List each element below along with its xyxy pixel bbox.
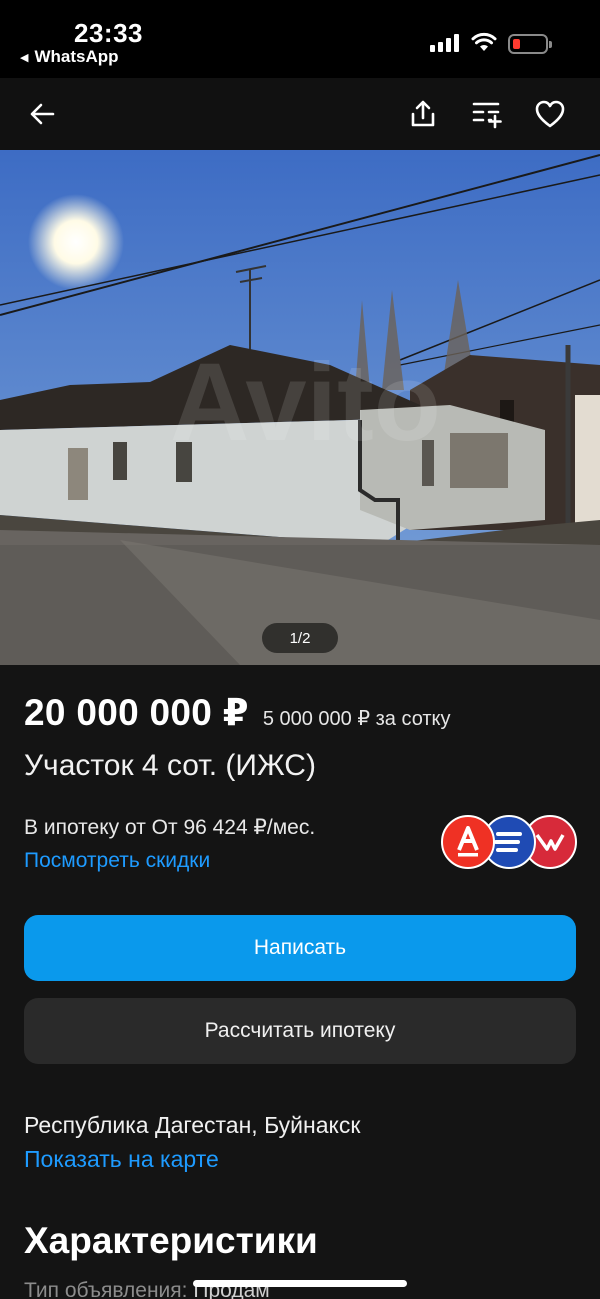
alfa-bank-logo	[441, 815, 495, 869]
mortgage-banks[interactable]	[441, 815, 577, 871]
listing-price: 20 000 000 ₽	[24, 692, 249, 733]
battery-icon	[508, 34, 552, 54]
cellular-signal-icon	[430, 34, 459, 52]
show-on-map-link[interactable]: Показать на карте	[24, 1146, 219, 1173]
wifi-icon	[471, 32, 497, 51]
compare-icon[interactable]	[467, 94, 507, 134]
mortgage-info: В ипотеку от От 96 424 ₽/мес.	[24, 816, 316, 839]
battery-level	[513, 39, 520, 49]
photo-counter: 1/2	[262, 623, 338, 653]
home-indicator[interactable]	[193, 1280, 407, 1287]
status-time: 23:33	[74, 18, 143, 48]
write-seller-button[interactable]: Написать	[24, 915, 576, 981]
listing-details: 20 000 000 ₽ 5 000 000 ₽ за сотку Участо…	[0, 665, 600, 1299]
listing-address: Республика Дагестан, Буйнакск	[24, 1112, 361, 1138]
price-per-sotka: 5 000 000 ₽ за сотку	[262, 708, 451, 730]
back-app-label: WhatsApp	[34, 47, 119, 66]
characteristics-title: Характеристики	[24, 1220, 318, 1261]
top-app-bar	[0, 78, 600, 150]
calculate-mortgage-button[interactable]: Рассчитать ипотеку	[24, 998, 576, 1064]
listing-photo[interactable]: Avito 1/2	[0, 150, 600, 665]
house-photo-image: Avito	[0, 150, 600, 665]
share-icon[interactable]	[403, 94, 443, 134]
avito-watermark: Avito	[170, 341, 441, 464]
characteristic-label: Тип объявления:	[24, 1279, 188, 1299]
heart-icon[interactable]	[530, 94, 570, 134]
listing-title: Участок 4 сот. (ИЖС)	[24, 749, 316, 782]
view-discounts-link[interactable]: Посмотреть скидки	[24, 849, 210, 873]
back-triangle-icon: ◀	[20, 51, 29, 64]
back-to-app-link[interactable]: ◀ WhatsApp	[20, 47, 119, 67]
price-row: 20 000 000 ₽ 5 000 000 ₽ за сотку	[24, 691, 451, 734]
back-arrow-icon[interactable]	[22, 94, 62, 134]
status-bar: 23:33 ◀ WhatsApp	[0, 0, 600, 78]
